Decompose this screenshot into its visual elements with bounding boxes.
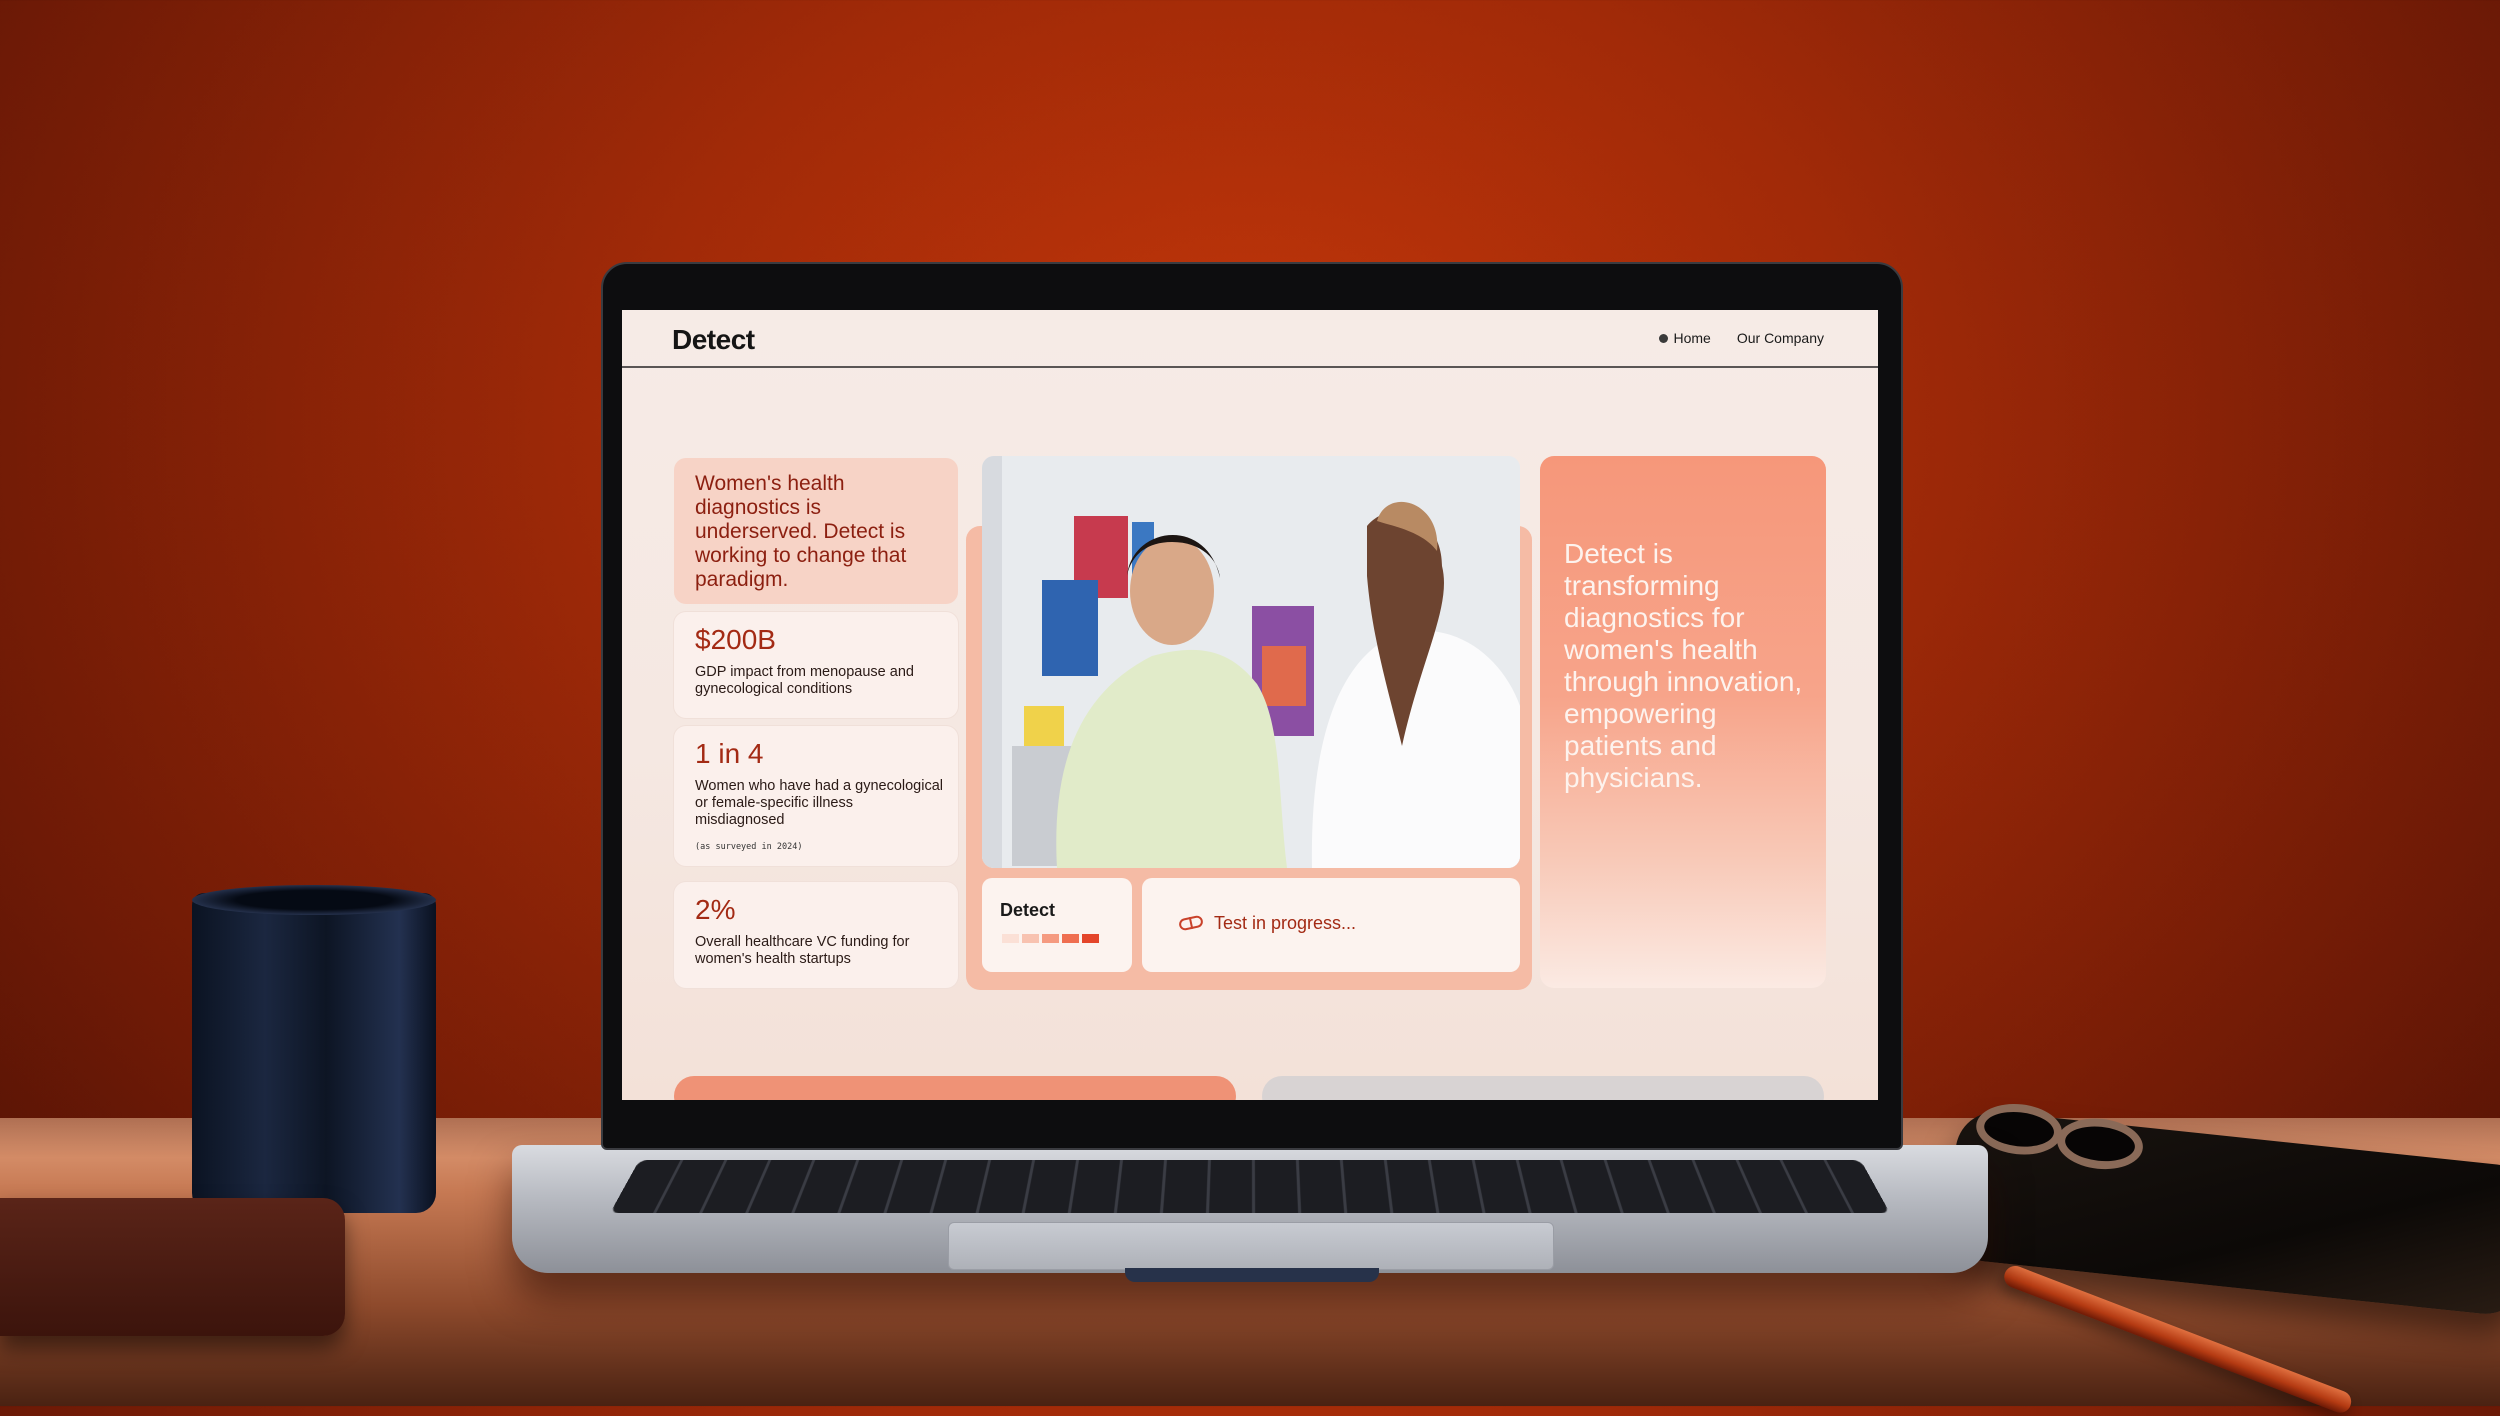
active-dot-icon (1659, 333, 1669, 343)
site-logo[interactable]: Detect (672, 324, 755, 356)
laptop-hinge (1125, 1268, 1379, 1282)
stat-description: GDP impact from menopause and gynecologi… (695, 664, 914, 697)
next-section-card (1262, 1076, 1824, 1100)
notebook (0, 1198, 345, 1336)
next-section-card (674, 1076, 1236, 1100)
site-nav: Home Our Company (1659, 330, 1824, 346)
hero-photo (982, 456, 1520, 868)
stat-value: 2% (695, 894, 736, 925)
hero-statement: Detect is transforming diagnostics for w… (1564, 538, 1803, 793)
progress-bar-segment (1042, 934, 1059, 943)
intro-card: Women's health diagnostics is underserve… (674, 458, 958, 604)
stat-card: 2% Overall healthcare VC funding for wom… (674, 882, 958, 988)
status-card: Test in progress... (1142, 878, 1520, 972)
stat-card: 1 in 4 Women who have had a gynecologica… (674, 726, 958, 866)
progress-bar-segment (1082, 934, 1099, 943)
status-text: Test in progress... (1214, 913, 1357, 933)
mug (192, 893, 436, 1213)
stat-note: (as surveyed in 2024) (695, 842, 803, 852)
pill-icon (1179, 915, 1203, 931)
hero-statement-panel: Detect is transforming diagnostics for w… (1540, 456, 1826, 988)
laptop-trackpad (948, 1222, 1554, 1270)
intro-text: Women's health diagnostics is underserve… (695, 472, 907, 591)
clinic-consultation-image (982, 456, 1520, 868)
stat-value: 1 in 4 (695, 738, 764, 769)
nav-item-home[interactable]: Home (1659, 330, 1711, 346)
progress-bar-segment (1002, 934, 1019, 943)
nav-item-our-company[interactable]: Our Company (1737, 330, 1824, 346)
progress-bars (1002, 934, 1099, 943)
stat-description: Women who have had a gynecological or fe… (695, 778, 944, 828)
mug-rim (192, 885, 436, 915)
progress-bar-segment (1022, 934, 1039, 943)
laptop-screen: Detect Home Our Company Women's health d… (622, 310, 1878, 1100)
laptop-keyboard (609, 1160, 1891, 1214)
progress-bar-segment (1062, 934, 1079, 943)
device-logo: Detect (1000, 900, 1056, 920)
stat-description: Overall healthcare VC funding for women'… (695, 934, 910, 967)
device-card: Detect (982, 878, 1132, 972)
site-header: Detect Home Our Company (622, 310, 1878, 368)
nav-item-label: Our Company (1736, 330, 1824, 346)
stat-value: $200B (695, 624, 776, 655)
camera-lens (1973, 1099, 2065, 1159)
stat-card: $200B GDP impact from menopause and gyne… (674, 612, 958, 718)
nav-item-label: Home (1673, 330, 1711, 346)
